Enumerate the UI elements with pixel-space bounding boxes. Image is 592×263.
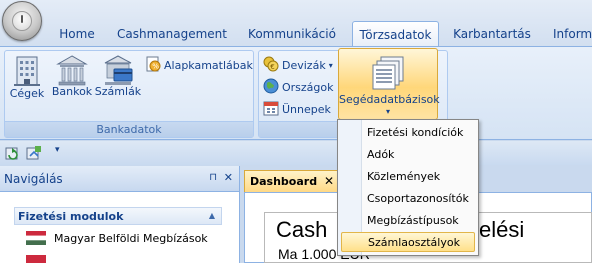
percent-doc-icon: % [145,56,161,75]
nav-section-label: Fizetési modulok [18,209,124,223]
devizak-button[interactable]: € Devizák ▾ [263,55,333,75]
menu-item-szamlaosztalyok[interactable]: Számlaosztályok [341,232,475,252]
collapse-icon: ▲ [208,211,215,220]
bank-icon [56,53,88,86]
calendar-icon [263,100,279,119]
cegek-button[interactable]: Cégek [9,53,45,100]
group-caption-bankadatok: Bankadatok [5,121,253,137]
group-bankadatok: Cégek Bankok Számlák % Alapkamatlábak Ba… [4,50,254,138]
tab-kommunikacio[interactable]: Kommunikáció [236,21,348,47]
building-icon [12,53,42,87]
unnepek-button[interactable]: Ünnepek [263,99,331,119]
menu-item-megbizastipusok[interactable]: Megbízástípusok [341,210,475,230]
tab-dashboard[interactable]: Dashboard ✕ [244,170,340,192]
orszagok-button[interactable]: Országok [263,77,334,97]
tab-karbantartas[interactable]: Karbantartás [446,21,538,47]
application-menu-button[interactable] [2,1,42,41]
segedadatbazisok-dropdown: Fizetési kondíciók Adók Közlemények Csop… [337,119,479,256]
alapkamatlabak-label: Alapkamatlábak [164,58,253,72]
tab-home[interactable]: Home [46,21,108,47]
orszagok-label: Országok [282,80,334,94]
account-card-icon [102,53,134,85]
svg-text:%: % [152,62,159,70]
hungary-flag-icon [26,255,46,263]
szamlak-button[interactable]: Számlák [94,53,142,98]
alapkamatlabak-button[interactable]: % Alapkamatlábak [145,55,253,75]
tab-torzsadatok[interactable]: Törzsadatok [352,21,439,47]
power-icon [12,11,32,31]
dashboard-tab-label: Dashboard [250,175,318,188]
menu-item-kozlemenyek[interactable]: Közlemények [341,166,475,186]
segedadatbazisok-label: Segédadatbázisok [339,93,440,106]
menu-item-csoportazonositok[interactable]: Csoportazonosítók [341,188,475,208]
unnepek-label: Ünnepek [282,102,331,116]
segedadatbazisok-button[interactable]: Segédadatbázisok ▾ [338,48,440,120]
close-icon[interactable]: ✕ [324,174,334,188]
qat-refresh-icon[interactable] [5,145,21,164]
dashboard-title-end: elési [479,217,525,242]
bankok-button[interactable]: Bankok [51,53,93,98]
qat-sync-icon[interactable] [26,145,42,164]
pin-icon[interactable]: ⊓ [209,172,217,183]
qat-customize-icon[interactable]: ▾ [55,145,60,155]
nav-item-label: Magyar Belföldi Megbízások [54,231,208,245]
menu-item-adok[interactable]: Adók [341,144,475,164]
ribbon-tab-bar: Home Cashmanagement Kommunikáció Törzsad… [0,0,592,47]
close-icon[interactable]: ✕ [224,171,233,184]
svg-text:€: € [270,63,274,71]
menu-item-fizetesi-kondiciok[interactable]: Fizetési kondíciók [341,122,475,142]
cegek-label: Cégek [9,87,45,100]
chevron-down-icon: ▾ [328,60,333,70]
tab-informacio[interactable]: Informa [543,21,592,47]
quick-access-toolbar: ▾ [0,141,592,165]
ribbon-panel: Cégek Bankok Számlák % Alapkamatlábak Ba… [0,46,592,140]
globe-icon [263,78,279,97]
hungary-flag-icon [26,231,46,245]
nav-section-fizetesi-modulok[interactable]: Fizetési modulok ▲ [14,207,222,225]
nav-item-magyar-belfoldi[interactable]: Magyar Belföldi Megbízások [26,231,208,245]
dashboard-title-start: Cash [276,217,328,242]
navigation-header: Navigálás ⊓ ✕ [0,166,239,192]
devizak-label: Devizák [282,58,326,72]
tab-cashmanagement[interactable]: Cashmanagement [112,21,232,47]
currency-icon: € [263,56,279,75]
navigation-title: Navigálás [4,171,63,186]
database-stack-icon [369,55,409,95]
chevron-down-icon: ▾ [385,107,390,116]
